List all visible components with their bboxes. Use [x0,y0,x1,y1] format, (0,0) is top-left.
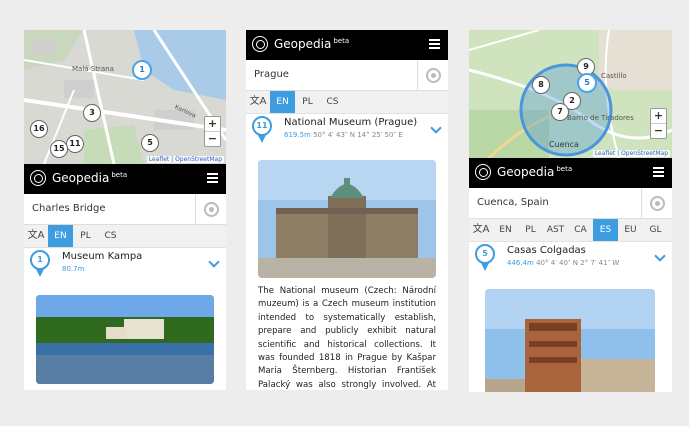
map-label: Barrio de Tiradores [567,114,634,122]
search-bar [246,60,448,91]
app-header: Geopedia beta [246,30,448,60]
hamburger-menu-icon[interactable] [207,173,218,185]
result-coords: 50° 4′ 43″ N 14° 25′ 50″ E [313,131,403,139]
tab-lang-pl[interactable]: PL [518,219,543,241]
photo-museum-kampa [36,295,214,384]
tab-lang-eu[interactable]: EU [618,219,643,241]
language-tabs: 文A EN PL CS [246,91,448,114]
crosshair-icon [650,196,665,211]
map-pin[interactable]: 16 [30,120,48,138]
phone-screen-prague: Geopediabeta 文A EN PL CS 11 National Mus… [246,30,448,390]
tab-lang-cs[interactable]: CS [98,225,123,247]
tab-lang-es[interactable]: ES [593,219,618,241]
phone-screen-charles-bridge: Malá Strana Karlova 1 3 16 11 15 5 + − L… [24,30,226,390]
map-label: Malá Strana [72,65,114,73]
zoom-out-button[interactable]: − [651,123,666,138]
result-title: National Museum (Prague) [284,117,418,128]
tab-lang-en[interactable]: EN [493,219,518,241]
translate-icon[interactable]: 文A [246,91,270,113]
result-distance: 446.4m 40° 4′ 40″ N 2° 7′ 41″ W [507,259,620,267]
zoom-in-button[interactable]: + [651,109,666,123]
tab-lang-cs[interactable]: CS [320,91,345,113]
app-header: Geopedia beta [469,158,672,188]
language-tabs: 文A EN PL CS [24,225,226,248]
search-input[interactable] [252,68,406,81]
hamburger-menu-icon[interactable] [653,167,664,179]
result-photo [36,295,214,384]
tab-lang-ca[interactable]: CA [568,219,593,241]
map-attribution[interactable]: Leaflet | OpenStreetMap [146,156,224,163]
chevron-down-icon[interactable] [654,250,666,262]
result-item[interactable]: 5 Casas Colgadas 446.4m 40° 4′ 40″ N 2° … [469,242,672,276]
result-title: Casas Colgadas [507,245,586,256]
crosshair-icon [204,202,219,217]
zoom-control: + − [650,108,667,139]
search-input[interactable] [30,202,184,215]
map-view[interactable]: Cuenca Castillo Barrio de Tiradores 9 5 … [469,30,672,158]
result-title: Museum Kampa [62,251,143,262]
location-marker-icon: 1 [30,250,50,277]
tab-lang-en[interactable]: EN [48,225,73,247]
map-label: Cuenca [549,140,579,149]
result-photo [258,160,436,278]
map-label: Castillo [601,72,627,80]
tab-lang-gl[interactable]: GL [643,219,668,241]
app-title: Geopedia beta [497,165,573,179]
zoom-control: + − [204,116,221,147]
hamburger-menu-icon[interactable] [429,39,440,51]
result-photo [485,289,655,392]
map-pin[interactable]: 1 [132,60,152,80]
chevron-down-icon[interactable] [430,122,442,134]
search-bar [469,188,672,219]
map-view[interactable]: Malá Strana Karlova 1 3 16 11 15 5 + − L… [24,30,226,164]
map-pin[interactable]: 3 [83,104,101,122]
map-pin[interactable]: 5 [141,134,159,152]
photo-casas-colgadas [485,289,655,392]
map-pin[interactable]: 7 [551,103,569,121]
language-tabs: 文A EN PL AST CA ES EU GL [469,219,672,242]
app-title: Geopedia beta [274,37,350,51]
tab-lang-ast[interactable]: AST [543,219,568,241]
crosshair-icon [426,68,441,83]
result-item[interactable]: 11 National Museum (Prague) 619.5m 50° 4… [246,114,448,148]
locate-button[interactable] [195,194,226,224]
tab-lang-pl[interactable]: PL [73,225,98,247]
globe-logo-icon [252,36,268,52]
map-pin[interactable]: 5 [577,73,597,93]
search-bar [24,194,226,225]
locate-button[interactable] [641,188,672,218]
translate-icon[interactable]: 文A [24,225,48,247]
search-input[interactable] [475,196,629,209]
zoom-in-button[interactable]: + [205,117,220,131]
tab-lang-en[interactable]: EN [270,91,295,113]
phone-screen-cuenca: Cuenca Castillo Barrio de Tiradores 9 5 … [469,30,672,392]
map-attribution[interactable]: Leaflet | OpenStreetMap [592,150,670,157]
globe-logo-icon [475,164,491,180]
result-distance: 80.7m [62,265,85,273]
zoom-out-button[interactable]: − [205,131,220,146]
photo-national-museum [258,160,436,278]
map-pin[interactable]: 11 [66,135,84,153]
result-item[interactable]: 1 Museum Kampa 80.7m [24,248,226,282]
location-marker-icon: 5 [475,244,495,271]
map-pin[interactable]: 8 [532,76,550,94]
locate-button[interactable] [417,60,448,90]
location-marker-icon: 11 [252,116,272,143]
tab-lang-pl[interactable]: PL [295,91,320,113]
map-pin[interactable]: 15 [50,140,68,158]
app-title: Geopedia beta [52,171,128,185]
translate-icon[interactable]: 文A [469,219,493,241]
result-distance: 619.5m 50° 4′ 43″ N 14° 25′ 50″ E [284,131,403,139]
chevron-down-icon[interactable] [208,256,220,268]
globe-logo-icon [30,170,46,186]
result-coords: 40° 4′ 40″ N 2° 7′ 41″ W [536,259,620,267]
app-header: Geopedia beta [24,164,226,194]
result-description: The National museum (Czech: Národní muze… [258,286,436,390]
